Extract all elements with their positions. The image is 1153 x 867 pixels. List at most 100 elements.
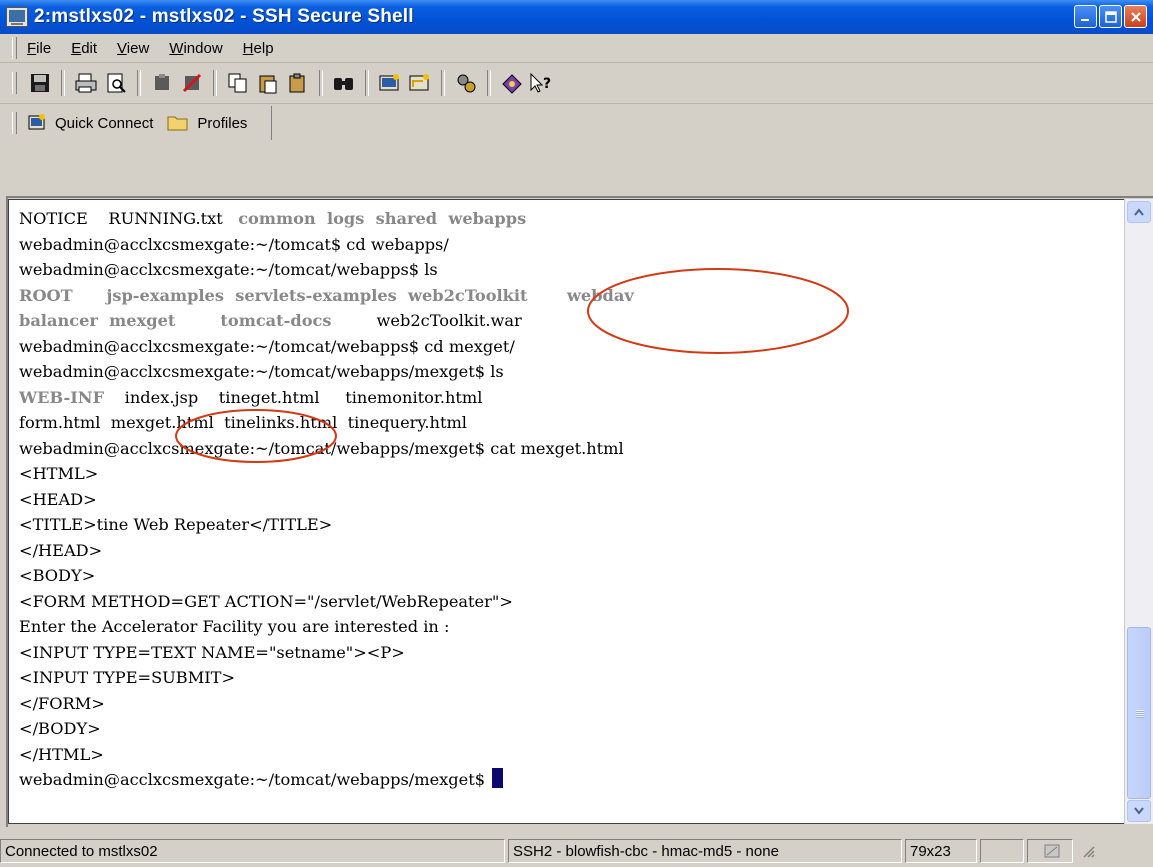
quick-connect-label: Quick Connect: [55, 114, 154, 132]
copy-icon: [228, 73, 247, 93]
app-icon[interactable]: [6, 7, 28, 27]
terminal-line: </FORM>: [19, 691, 634, 717]
connection-status: Connected to mstlxs02: [0, 839, 505, 863]
menu-edit[interactable]: Edit: [71, 40, 97, 57]
vertical-scrollbar[interactable]: [1124, 199, 1153, 824]
find-icon: [334, 78, 353, 90]
settings-button[interactable]: [453, 70, 479, 96]
terminal-text: <INPUT TYPE=TEXT NAME="setname"><P>: [19, 642, 405, 662]
terminal-line: <BODY>: [19, 563, 634, 589]
cipher-status: SSH2 - blowfish-cbc - hmac-md5 - none: [508, 839, 902, 863]
help-icon: [502, 74, 522, 94]
terminal-text: ROOT jsp-examples servlets-examples web2…: [19, 285, 634, 305]
terminal-text: NOTICE RUNNING.txt: [19, 209, 239, 228]
terminal-text: </BODY>: [19, 719, 101, 738]
terminal-line: NOTICE RUNNING.txt common logs shared we…: [19, 206, 634, 232]
terminal-line: webadmin@acclxcsmexgate:~/tomcat/webapps…: [19, 767, 634, 793]
menubar-grip[interactable]: [12, 37, 17, 59]
lock-icon: [1044, 844, 1060, 858]
quick-connect-bar: Quick Connect Profiles: [0, 104, 1153, 142]
terminal-text: webadmin@acclxcsmexgate:~/tomcat/webapps…: [19, 770, 491, 789]
context-help-icon: ?: [530, 72, 551, 93]
minimize-button[interactable]: [1074, 5, 1097, 28]
print-preview-button[interactable]: [103, 70, 129, 96]
window-title: 2:mstlxs02 - mstlxs02 - SSH Secure Shell: [34, 6, 414, 27]
scroll-thumb[interactable]: [1127, 627, 1151, 799]
paste-button[interactable]: [255, 70, 281, 96]
new-file-transfer-button[interactable]: [407, 70, 433, 96]
profiles-button[interactable]: Profiles: [167, 114, 247, 132]
status-pane-icon: [1027, 839, 1073, 863]
close-icon: [1130, 11, 1141, 22]
menu-view[interactable]: View: [117, 40, 149, 57]
terminal-line: form.html mexget.html tinelinks.html tin…: [19, 410, 634, 436]
terminal-text: balancer mexget tomcat-docs: [19, 311, 377, 330]
paste-special-button[interactable]: [285, 70, 311, 96]
terminal-line: webadmin@acclxcsmexgate:~/tomcat/webapps…: [19, 334, 634, 360]
quick-connect-button[interactable]: Quick Connect: [27, 113, 153, 133]
terminal-text: Enter the Accelerator Facility you are i…: [19, 617, 450, 636]
terminal-text: WEB-INF: [19, 387, 105, 407]
terminal-text: </FORM>: [19, 693, 105, 713]
scroll-down-button[interactable]: [1127, 800, 1151, 822]
quick-connect-icon: [28, 114, 45, 130]
terminal-line: </HEAD>: [19, 538, 634, 564]
find-button[interactable]: [331, 70, 357, 96]
terminal-line: <FORM METHOD=GET ACTION="/servlet/WebRep…: [19, 589, 634, 615]
disconnect-button[interactable]: [149, 70, 175, 96]
terminal-line: webadmin@acclxcsmexgate:~/tomcat/webapps…: [19, 436, 634, 462]
terminal-line: Enter the Accelerator Facility you are i…: [19, 614, 634, 640]
terminal-text: webadmin@acclxcsmexgate:~/tomcat/webapps…: [19, 362, 504, 381]
chevron-up-icon: [1134, 208, 1144, 216]
print-icon: [75, 73, 97, 93]
terminal-line: <INPUT TYPE=SUBMIT>: [19, 665, 634, 691]
menu-help[interactable]: Help: [243, 40, 274, 57]
scroll-up-button[interactable]: [1127, 201, 1151, 223]
print-button[interactable]: [73, 70, 99, 96]
status-bar: Connected to mstlxs02 SSH2 - blowfish-cb…: [0, 835, 1153, 867]
terminal-size: 79x23: [905, 839, 977, 863]
terminal-area[interactable]: NOTICE RUNNING.txt common logs shared we…: [8, 199, 1132, 824]
terminal-line: <INPUT TYPE=TEXT NAME="setname"><P>: [19, 640, 634, 666]
close-button[interactable]: [1124, 5, 1147, 28]
terminal-text: <HTML>: [19, 464, 99, 483]
terminate-button[interactable]: [179, 70, 205, 96]
terminal-line: WEB-INF index.jsp tineget.html tinemonit…: [19, 385, 634, 411]
terminal-line: balancer mexget tomcat-docs web2cToolkit…: [19, 308, 634, 334]
terminal-line: ROOT jsp-examples servlets-examples web2…: [19, 283, 634, 309]
terminal-line: webadmin@acclxcsmexgate:~/tomcat/webapps…: [19, 257, 634, 283]
menu-file[interactable]: File: [27, 40, 51, 57]
terminal-line: <HTML>: [19, 461, 634, 487]
print-preview-icon: [107, 73, 126, 93]
terminal-text: <INPUT TYPE=SUBMIT>: [19, 668, 236, 687]
terminal-text: webadmin@acclxcsmexgate:~/tomcat/webapps…: [19, 438, 624, 458]
ssh-window: 2:mstlxs02 - mstlxs02 - SSH Secure Shell…: [0, 0, 1153, 867]
menu-window[interactable]: Window: [169, 40, 222, 57]
save-button[interactable]: [27, 70, 53, 96]
svg-text:?: ?: [543, 76, 551, 92]
terminal-text: </HTML>: [19, 744, 104, 764]
minimize-icon: [1081, 19, 1089, 21]
paste-special-icon: [289, 73, 305, 93]
terminal-text: <FORM METHOD=GET ACTION="/servlet/WebRep…: [19, 591, 513, 611]
title-bar[interactable]: 2:mstlxs02 - mstlxs02 - SSH Secure Shell: [0, 0, 1153, 34]
toolbar-grip[interactable]: [12, 72, 17, 94]
terminal-text: <HEAD>: [19, 489, 97, 509]
copy-button[interactable]: [225, 70, 251, 96]
terminal-line: webadmin@acclxcsmexgate:~/tomcat$ cd web…: [19, 232, 634, 258]
qcbar-grip[interactable]: [12, 112, 17, 134]
context-help-button[interactable]: ?: [529, 70, 555, 96]
maximize-button[interactable]: [1099, 5, 1122, 28]
new-terminal-icon: [379, 74, 399, 91]
new-terminal-button[interactable]: [377, 70, 403, 96]
folder-icon: [167, 116, 188, 131]
terminal-text: </HEAD>: [19, 540, 103, 560]
help-button[interactable]: [499, 70, 525, 96]
terminal-text: index.jsp tineget.html tinemonitor.html: [104, 387, 483, 407]
terminal-line: webadmin@acclxcsmexgate:~/tomcat/webapps…: [19, 359, 634, 385]
disconnect-icon: [155, 74, 169, 90]
terminal-text: webadmin@acclxcsmexgate:~/tomcat/webapps…: [19, 336, 515, 356]
profiles-label: Profiles: [197, 114, 248, 132]
paste-icon: [259, 75, 277, 94]
resize-grip[interactable]: [1076, 839, 1106, 863]
